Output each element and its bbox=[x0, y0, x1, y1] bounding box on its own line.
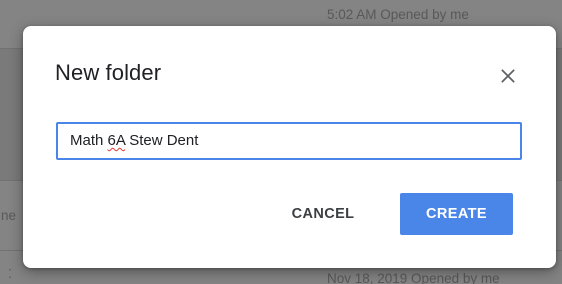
background-row-meta: Nov 18, 2019 Opened by me bbox=[327, 271, 500, 284]
close-button[interactable] bbox=[496, 64, 520, 88]
new-folder-dialog: New folder Math 6A Stew Dent CANCEL CREA… bbox=[23, 26, 556, 268]
background-row-edge-text: ⁚ bbox=[8, 267, 12, 281]
page-backdrop: 5:02 AM Opened by me ne ⁚ Nov 18, 2019 O… bbox=[0, 0, 562, 284]
cancel-button[interactable]: CANCEL bbox=[273, 193, 373, 235]
folder-name-text: Stew Dent bbox=[125, 132, 199, 149]
close-icon bbox=[501, 69, 515, 83]
create-button[interactable]: CREATE bbox=[400, 193, 513, 235]
background-row-meta: 5:02 AM Opened by me bbox=[327, 7, 469, 22]
background-row-edge-text: ne bbox=[1, 208, 17, 223]
folder-name-text: Math bbox=[70, 132, 108, 149]
folder-name-input[interactable]: Math 6A Stew Dent bbox=[56, 122, 522, 160]
misspelled-word: 6A bbox=[107, 132, 126, 149]
dialog-title: New folder bbox=[55, 60, 162, 85]
